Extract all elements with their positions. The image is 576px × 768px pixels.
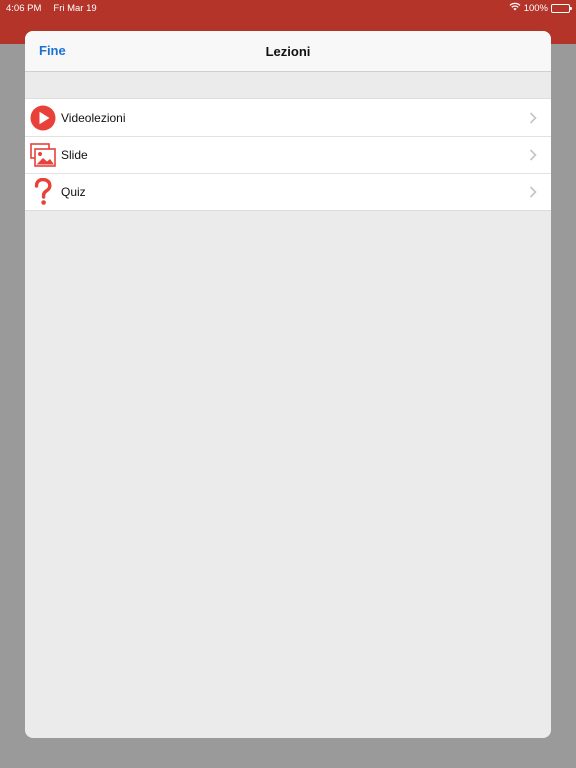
done-button[interactable]: Fine [39,43,66,58]
status-date: Fri Mar 19 [53,2,97,14]
status-time: 4:06 PM [6,2,42,14]
image-gallery-icon [30,142,56,168]
list-item-quiz[interactable]: Quiz [25,173,551,210]
question-mark-icon [30,177,56,205]
wifi-icon [509,2,521,14]
list-item-slide[interactable]: Slide [25,136,551,173]
chevron-right-icon [523,111,543,124]
lessons-sheet: Fine Lezioni Videolezioni Slide Quiz [25,31,551,738]
status-indicators: 100% [509,2,572,14]
play-circle-icon [30,105,56,131]
status-bar: 4:06 PM Fri Mar 19 100% [0,0,576,16]
battery-percent: 100% [523,2,548,14]
page-title: Lezioni [265,43,311,59]
navigation-bar: Fine Lezioni [25,31,551,72]
list-item-label: Slide [61,147,88,162]
chevron-right-icon [523,185,543,198]
list-item-label: Videolezioni [61,110,126,125]
battery-icon [551,3,572,13]
list-item-label: Quiz [61,184,86,199]
chevron-right-icon [523,148,543,161]
lessons-list: Videolezioni Slide Quiz [25,98,551,211]
list-item-videolezioni[interactable]: Videolezioni [25,99,551,136]
